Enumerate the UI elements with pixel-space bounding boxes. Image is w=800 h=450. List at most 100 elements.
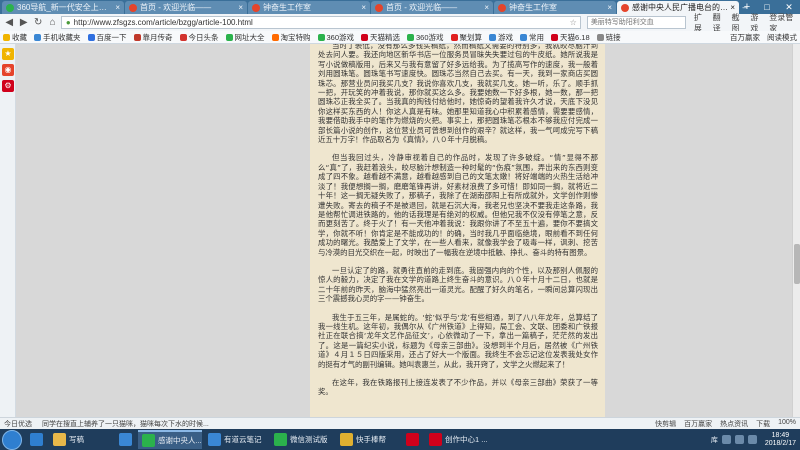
bookmark-favicon-icon: [520, 33, 528, 41]
bookmark-item[interactable]: 聚划算: [450, 32, 482, 43]
start-button[interactable]: [2, 429, 22, 450]
network-icon[interactable]: [721, 435, 731, 444]
taskbar-app[interactable]: 微信测试版: [270, 430, 334, 449]
taskbar-app-label: 快手棒帮: [356, 435, 386, 444]
status-item[interactable]: 快剪辑: [655, 419, 676, 429]
bookmark-label: 今日头条: [188, 32, 219, 42]
input-method-icon[interactable]: [747, 435, 757, 444]
back-icon[interactable]: ◀: [3, 16, 15, 29]
bookmark-item[interactable]: 常用: [520, 32, 544, 43]
scrollbar-thumb[interactable]: [794, 244, 800, 284]
status-item[interactable]: 下载: [756, 419, 770, 429]
bookmark-favicon-icon: [225, 33, 233, 41]
bookmarks-bar: 收藏 手机收藏夹 百度一下 靠月传奇 今日头条 网址大全 淘宝特购 360游戏 天猫精选 360游…: [0, 31, 800, 44]
bookmark-favicon-icon: [133, 33, 141, 41]
status-item[interactable]: 热点资讯: [720, 419, 748, 429]
bookmark-label: 淘宝特购: [280, 32, 311, 42]
tab-favicon-icon: [252, 3, 260, 12]
search-input[interactable]: [586, 16, 686, 29]
browser-tab[interactable]: 首页 - 欢迎光临—— ×: [125, 1, 247, 14]
tab-label: 钟奋生工作室: [509, 3, 557, 12]
tab-close-icon[interactable]: ×: [607, 3, 612, 12]
bookmark-item[interactable]: 靠月传奇: [133, 32, 173, 43]
taskbar-app[interactable]: 写稿: [49, 430, 113, 449]
article-paragraph: 在这年，我在铁路报刊上接连发表了不少作品，并以《母亲三部曲》荣获了一等奖。: [318, 378, 598, 397]
taskbar-app-icon: [406, 433, 419, 446]
taskbar-app[interactable]: [115, 430, 136, 449]
bookmark-label: 百度一下: [96, 32, 127, 42]
vertical-scrollbar[interactable]: [792, 44, 800, 417]
volume-icon[interactable]: [734, 435, 744, 444]
bookmark-item[interactable]: 今日头条: [179, 32, 219, 43]
browser-tab[interactable]: 首页 - 欢迎光临—— ×: [371, 1, 493, 14]
bookmark-favicon-icon: [271, 33, 279, 41]
forward-icon[interactable]: ▶: [17, 16, 29, 29]
bookmark-label: 收藏: [12, 32, 27, 42]
status-news-ticker[interactable]: 同学在搜直上辅养了一只猫咪，猫咪每次下水的时候...: [42, 419, 209, 429]
bookmark-star-icon[interactable]: ☆: [570, 17, 577, 28]
bookmark-item[interactable]: 手机收藏夹: [34, 32, 81, 43]
refresh-icon[interactable]: ↻: [32, 16, 44, 29]
bookmark-item[interactable]: 收藏: [3, 32, 27, 43]
taskbar-app-label: 写稿: [69, 435, 84, 444]
tab-favicon-icon: [375, 3, 383, 12]
bookmark-item[interactable]: 网址大全: [225, 32, 265, 43]
system-tray: 库 18:49 2018/2/17: [711, 432, 800, 448]
bookmark-label: 天猫6.18: [560, 32, 590, 42]
article-paragraph: 一旦认定了的路，就勇往直前的走到底。我固强内向的个性，以及那别人佩服的惊人的毅力…: [318, 265, 598, 304]
status-item[interactable]: 百万赢家: [684, 419, 712, 429]
navigation-bar: ◀ ▶ ↻ ⌂ ● http://www.zfsgzs.com/article/…: [0, 13, 800, 33]
taskbar-app[interactable]: [26, 430, 47, 449]
tab-label: 首页 - 欢迎光临——: [386, 3, 458, 12]
taskbar-app-icon: [340, 433, 353, 446]
article-paragraph: 我生于五三年，是属蛇的。‘蛇’似乎与‘龙’有些相通，到了八八年龙年，总算结了我一…: [318, 312, 598, 369]
bookmark-label: 天猫精选: [370, 32, 401, 42]
bookmark-item[interactable]: 360游戏: [317, 32, 355, 43]
taskbar-app[interactable]: 创作中心1 ...: [425, 430, 489, 449]
article-paragraph: 当时丁裘低，没有那么多钱买稿纸，然而稿纸又需要的特别多，我就皎尽脑汁到处去问人要…: [318, 44, 598, 145]
clock[interactable]: 18:49 2018/2/17: [765, 432, 796, 448]
status-item[interactable]: 100%: [778, 419, 796, 429]
bookmark-right-item[interactable]: 阅读模式: [767, 32, 797, 43]
taskbar-app-icon: [429, 433, 442, 446]
taskbar-app[interactable]: 有道云笔记: [204, 430, 268, 449]
weibo-icon[interactable]: ◉: [2, 64, 14, 76]
bookmark-item[interactable]: 链接: [596, 32, 621, 43]
taskbar-app[interactable]: 快手棒帮: [336, 430, 400, 449]
tab-strip: 360导航_新一代安全上网导航 × 首页 - 欢迎光临—— × 钟奋生工作室 × 首页 - …: [0, 0, 800, 14]
browser-tab[interactable]: 钟奋生工作室 ×: [494, 1, 616, 14]
bookmark-label: 360游戏: [416, 32, 444, 42]
bookmark-favicon-icon: [34, 33, 41, 41]
bookmark-item[interactable]: 天猫6.18: [551, 32, 590, 43]
tab-close-icon[interactable]: ×: [361, 3, 366, 12]
taskbar-app[interactable]: 感谢中央人...: [138, 430, 202, 449]
taskbar-app-icon: [208, 433, 221, 446]
settings-icon[interactable]: ⚙: [2, 80, 14, 92]
lock-icon: ●: [65, 18, 71, 27]
status-hot-label[interactable]: 今日优选: [4, 419, 32, 429]
taskbar-app[interactable]: [402, 430, 423, 449]
bookmark-item[interactable]: 百度一下: [87, 32, 127, 43]
home-icon[interactable]: ⌂: [46, 16, 58, 29]
address-bar[interactable]: ● http://www.zfsgzs.com/article/bzgg/art…: [60, 16, 581, 29]
bookmark-right-item[interactable]: 百万赢家: [730, 32, 760, 43]
tab-close-icon[interactable]: ×: [115, 3, 120, 12]
bookmark-item[interactable]: 游戏: [489, 32, 513, 43]
bookmark-item[interactable]: 360游戏: [407, 32, 444, 43]
tab-close-icon[interactable]: ×: [238, 3, 243, 12]
bookmark-item[interactable]: 淘宝特购: [271, 32, 311, 43]
bookmark-item[interactable]: 天猫精选: [361, 32, 400, 43]
bookmark-favicon-icon: [361, 33, 369, 41]
article-column: 当时丁裘低，没有那么多钱买稿纸，然而稿纸又需要的特别多，我就皎尽脑汁到处去问人要…: [310, 44, 605, 417]
clock-date: 2018/2/17: [764, 439, 796, 447]
star-icon[interactable]: ★: [2, 48, 14, 60]
taskbar-app-label: 创作中心1 ...: [445, 435, 488, 444]
browser-tab[interactable]: 钟奋生工作室 ×: [248, 1, 370, 14]
tab-favicon-icon: [6, 3, 14, 12]
browser-tab[interactable]: 360导航_新一代安全上网导航 ×: [2, 1, 124, 14]
tab-close-icon[interactable]: ×: [484, 3, 489, 12]
clock-time: 18:49: [771, 431, 790, 439]
bookmark-label: 360游戏: [326, 32, 355, 42]
status-bar: 今日优选 同学在搜直上辅养了一只猫咪，猫咪每次下水的时候... 快剪辑 百万赢家热…: [0, 417, 800, 429]
taskbar-app-label: 感谢中央人...: [158, 436, 202, 445]
